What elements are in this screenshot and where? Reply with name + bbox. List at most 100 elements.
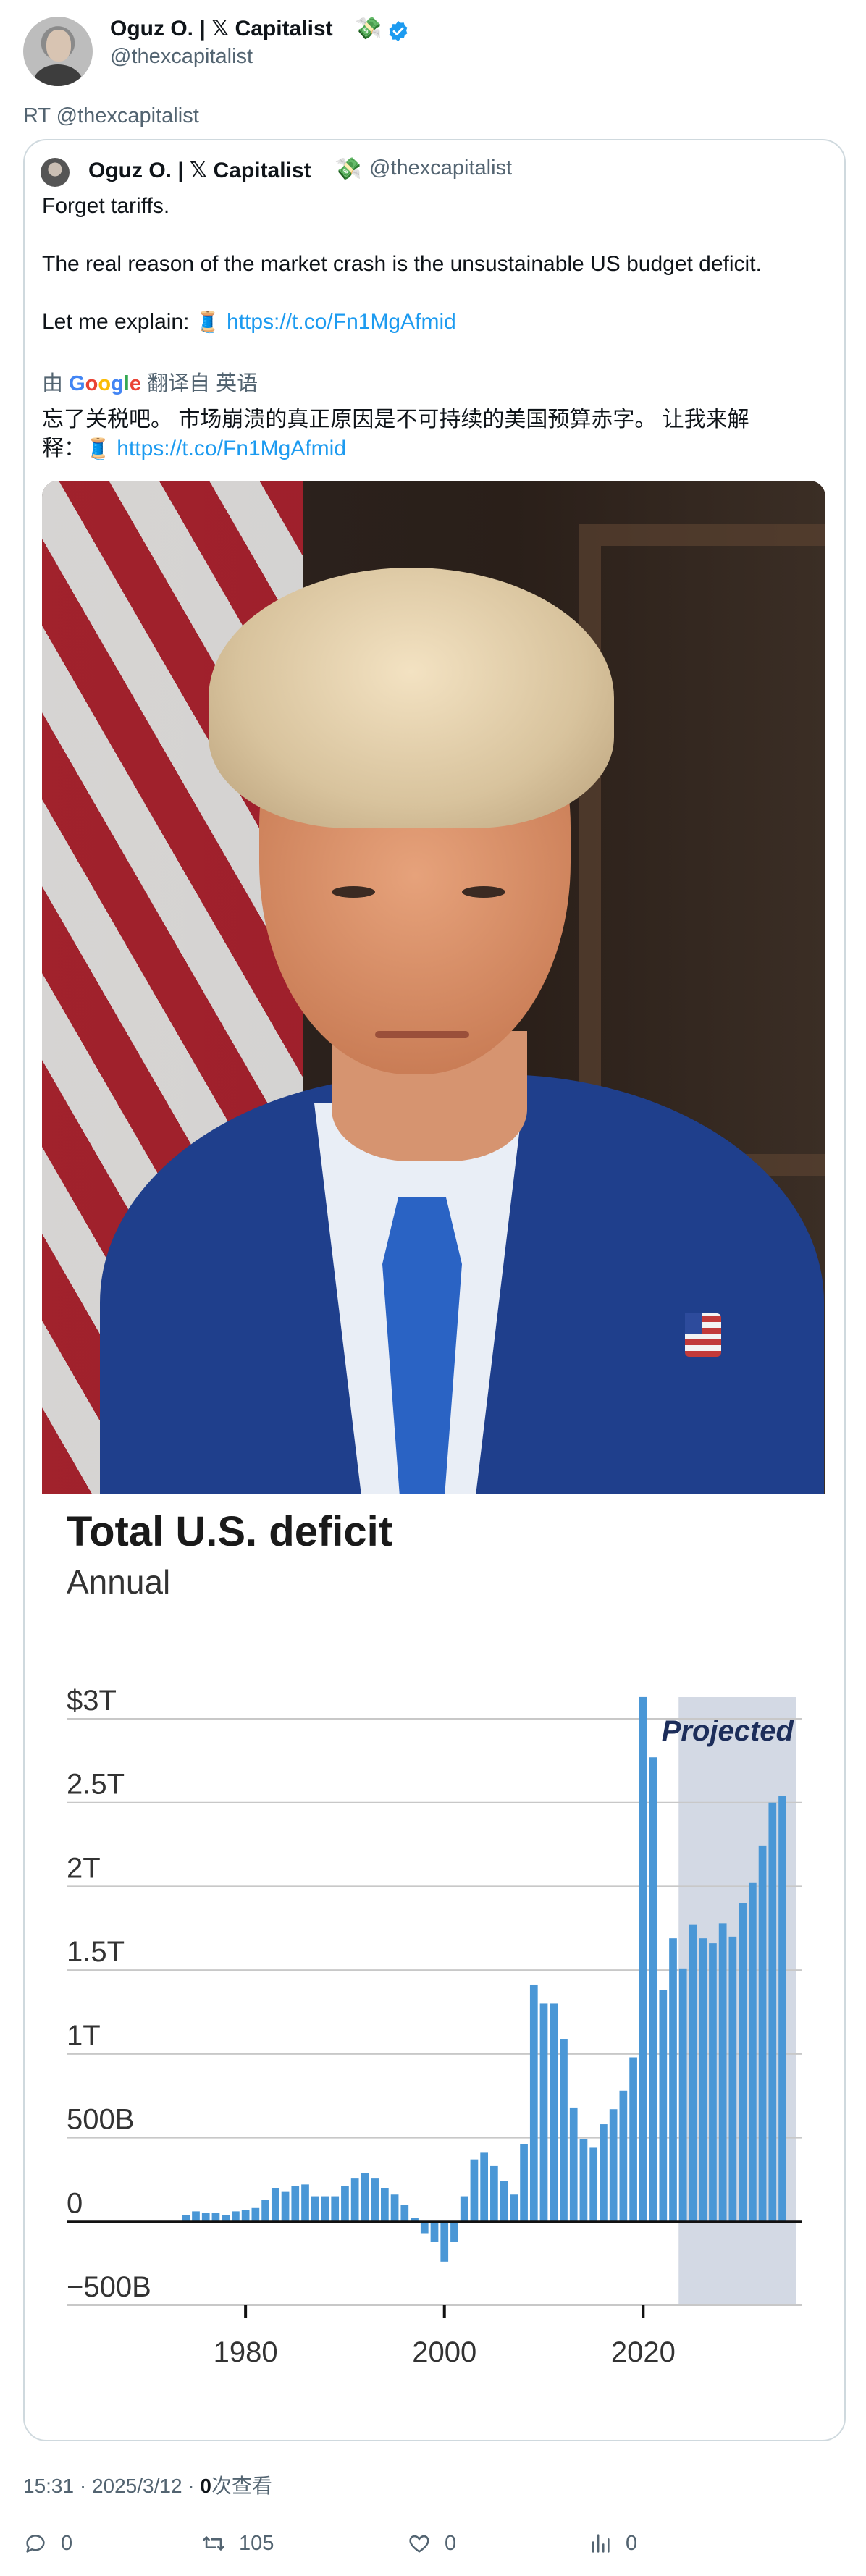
bar — [579, 2139, 588, 2222]
bar — [550, 2003, 558, 2222]
author-name[interactable]: Oguz O. | 𝕏 Capitalist — [110, 16, 333, 41]
bar — [718, 1923, 727, 2222]
y-tick-label: 1T — [67, 2020, 101, 2052]
quoted-author-handle[interactable]: @thexcapitalist — [369, 156, 512, 180]
bar — [609, 2109, 618, 2222]
bar — [739, 1903, 747, 2222]
quoted-author-name[interactable]: Oguz O. | 𝕏 Capitalist — [88, 158, 311, 183]
bar — [241, 2210, 250, 2222]
tweet-link[interactable]: https://t.co/Fn1MgAfmid — [227, 310, 456, 334]
tweet-media-image[interactable]: Total U.S. deficit Annual $3T 2.5T 2T 1.5T 1… — [42, 481, 825, 2403]
retweet-count: 105 — [239, 2531, 274, 2555]
bar — [520, 2144, 528, 2222]
views-count-action: 0 — [626, 2531, 638, 2555]
bar — [619, 2090, 628, 2222]
y-tick-label: 1.5T — [67, 1936, 125, 1968]
like-count: 0 — [445, 2531, 457, 2555]
flag-pin — [685, 1313, 721, 1357]
right-eye — [462, 886, 505, 898]
tweet-timestamp[interactable]: 15:31 · 2025/3/12 · 0次查看 — [23, 2470, 272, 2499]
bar — [361, 2173, 369, 2222]
translated-link[interactable]: https://t.co/Fn1MgAfmid — [117, 437, 346, 460]
translated-text-line: 忘了关税吧。 市场崩溃的真正原因是不可持续的美国预算赤字。 让我来解 — [42, 408, 749, 432]
retweet-icon — [203, 2536, 224, 2551]
avatar-face — [46, 30, 71, 62]
reply-button[interactable]: 0 — [23, 2531, 72, 2556]
bar — [331, 2196, 340, 2222]
bar — [480, 2152, 489, 2222]
bar — [440, 2221, 449, 2262]
y-tick-label: $3T — [67, 1685, 117, 1717]
money-emoji-icon: 💸 — [355, 17, 382, 41]
bar — [649, 1757, 657, 2222]
views-count: 0 — [200, 2475, 211, 2497]
google-logo-icon: Google — [69, 372, 141, 395]
bar — [629, 2057, 637, 2222]
retweet-button[interactable]: 105 — [201, 2531, 274, 2556]
x-tick-label: 1980 — [214, 2336, 278, 2368]
bar — [689, 1924, 697, 2222]
like-button[interactable]: 0 — [407, 2531, 456, 2556]
translated-suffix: 翻译自 英语 — [147, 372, 258, 395]
bar — [400, 2205, 409, 2222]
bar — [778, 1796, 786, 2222]
reply-icon — [26, 2535, 45, 2553]
tweet-text-prefix: Let me explain: — [42, 310, 196, 334]
translated-by-google[interactable]: 由 Google 翻译自 英语 — [42, 366, 258, 397]
bar — [560, 2039, 568, 2222]
bar — [768, 1802, 777, 2222]
tweet-text-line: The real reason of the market crash is t… — [42, 252, 762, 276]
bar — [678, 1968, 687, 2222]
bar — [311, 2196, 319, 2222]
y-tick-label: 0 — [67, 2187, 83, 2219]
bar — [380, 2188, 389, 2222]
bar — [589, 2147, 598, 2222]
bar — [460, 2196, 468, 2222]
left-eye — [332, 886, 375, 898]
bar — [728, 1936, 737, 2222]
money-emoji-icon: 💸 — [335, 157, 362, 181]
bar — [192, 2211, 200, 2222]
thread-spool-icon: 🧵 — [85, 437, 111, 460]
tweet-text-line: Let me explain: 🧵 https://t.co/Fn1MgAfmi… — [42, 310, 456, 334]
like-icon — [409, 2535, 429, 2553]
y-tick-label: 500B — [67, 2104, 134, 2136]
views-icon — [592, 2534, 610, 2553]
quoted-author-avatar[interactable] — [41, 158, 70, 187]
bar — [659, 1990, 668, 2222]
bar — [251, 2207, 260, 2222]
thread-spool-icon: 🧵 — [195, 311, 221, 333]
bar — [232, 2211, 240, 2222]
bar — [470, 2159, 479, 2222]
author-handle[interactable]: @thexcapitalist — [110, 45, 253, 69]
bar — [341, 2186, 349, 2222]
bar — [301, 2184, 309, 2222]
bar — [639, 1696, 647, 2222]
bar — [390, 2194, 399, 2222]
chart-plot: $3T 2.5T 2T 1.5T 1T 500B 0 −500B 1980 2000 2020 Pro… — [67, 1685, 802, 2368]
bar — [321, 2196, 329, 2222]
avatar-shoulders — [33, 64, 83, 86]
y-tick-label: 2.5T — [67, 1769, 125, 1801]
x-tick-label: 2000 — [412, 2336, 476, 2368]
bar — [371, 2178, 379, 2222]
bar — [450, 2221, 458, 2242]
bar — [430, 2221, 439, 2242]
translated-text-line: 释：🧵 https://t.co/Fn1MgAfmid — [42, 430, 346, 462]
author-avatar[interactable] — [23, 17, 93, 86]
bar — [500, 2181, 508, 2222]
retweet-line: RT @thexcapitalist — [23, 104, 199, 127]
bar — [261, 2200, 269, 2222]
portrait-photo — [42, 481, 825, 1494]
bar — [758, 1845, 767, 2222]
bar — [709, 1943, 717, 2222]
views-label: 次查看 — [211, 2475, 272, 2497]
bar — [699, 1938, 707, 2222]
views-button[interactable]: 0 — [588, 2531, 637, 2556]
action-bar: 0 105 0 0 — [23, 2531, 846, 2563]
y-tick-label: 2T — [67, 1852, 101, 1884]
translated-text-prefix: 释： — [42, 437, 85, 460]
reply-count: 0 — [61, 2531, 73, 2555]
bar — [669, 1938, 677, 2222]
projected-label: Projected — [662, 1715, 795, 1747]
